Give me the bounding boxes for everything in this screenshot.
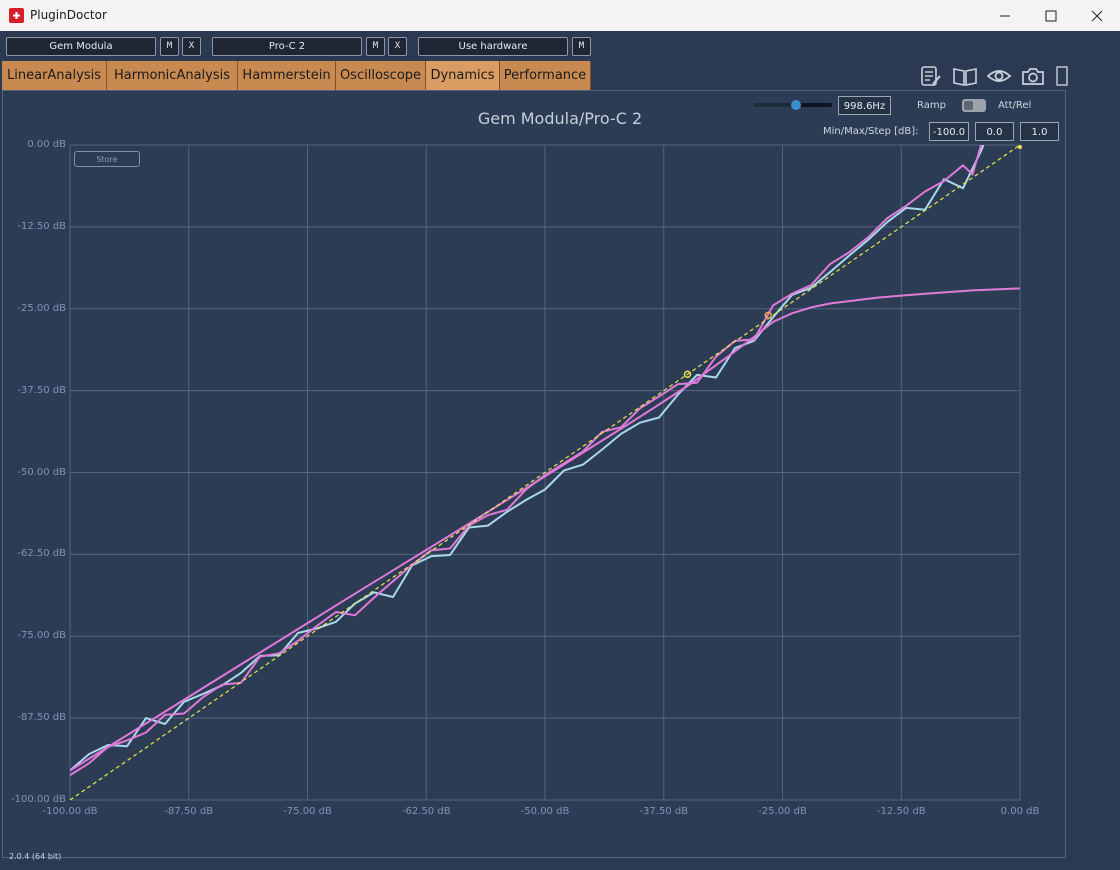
y-tick-label: -37.50 dB [17, 384, 66, 396]
x-tick-label: -87.50 dB [164, 806, 214, 817]
y-tick-label: -12.50 dB [17, 220, 66, 232]
dynamics-chart [69, 144, 1022, 801]
y-tick-label: -100.00 dB [11, 794, 66, 805]
y-tick-label: -87.50 dB [17, 712, 66, 724]
x-tick-label: -75.00 dB [283, 806, 332, 817]
chart-markers [683, 145, 1022, 378]
y-tick-label: -62.50 dB [17, 548, 66, 560]
version-label: 2.0.4 (64 bit) [9, 852, 62, 861]
y-tick-label: -75.00 dB [17, 630, 66, 642]
reference-end-marker [1018, 145, 1022, 149]
x-tick-label: -100.00 dB [42, 806, 98, 817]
y-tick-label: -25.00 dB [17, 302, 66, 314]
store-button[interactable]: Store [74, 151, 140, 167]
x-tick-label: -50.00 dB [520, 806, 570, 817]
x-tick-label: -25.00 dB [758, 806, 807, 817]
x-tick-label: -12.50 dB [876, 806, 926, 817]
series-line-blue [70, 145, 985, 772]
x-tick-label: -37.50 dB [639, 806, 689, 817]
x-tick-label: 0.00 dB [1000, 806, 1040, 817]
y-tick-label: -50.00 dB [17, 466, 66, 478]
x-tick-label: -62.50 dB [401, 806, 451, 817]
series-line-pink [70, 145, 983, 776]
y-tick-label: 0.00 dB [27, 139, 66, 150]
